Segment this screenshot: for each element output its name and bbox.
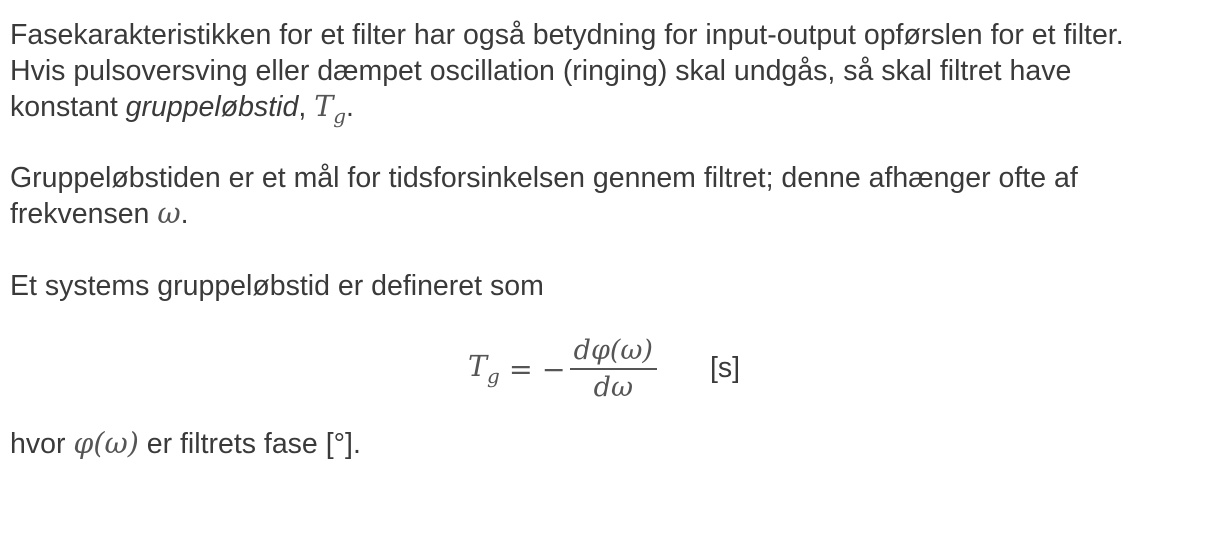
paragraph-2-line-2: frekvensen ω. — [10, 197, 189, 230]
paragraph-1-line-3: konstant gruppeløbstid, Tg. — [10, 90, 354, 128]
symbol-omega: ω — [157, 197, 181, 230]
line-end: . — [180, 198, 189, 230]
line-suffix: er filtrets fase [°]. — [138, 428, 361, 460]
symbol-phi-omega: φ(ω) — [73, 427, 139, 460]
line-prefix: hvor — [10, 428, 74, 460]
line-prefix: frekvensen — [10, 198, 158, 230]
paragraph-3-line-1: Et systems gruppeløbstid er defineret so… — [10, 270, 544, 302]
document-page: Fasekarakteristikken for et filter har o… — [0, 0, 1217, 538]
formula-fraction: dφ(ω) dω — [569, 334, 657, 403]
fraction-bar — [569, 368, 657, 370]
term-gruppelobstid: gruppeløbstid — [125, 91, 299, 123]
formula-lhs: Tg — [468, 350, 500, 388]
line-3-comma: , — [298, 91, 315, 123]
paragraph-1-line-2: Hvis pulsoversving eller dæmpet oscillat… — [10, 55, 1072, 87]
line-3-end: . — [345, 91, 354, 123]
formula-equals: = − — [499, 352, 566, 386]
line-3-prefix: konstant — [10, 91, 126, 123]
paragraph-2-line-1: Gruppeløbstiden er et mål for tidsforsin… — [10, 162, 1078, 194]
group-delay-formula: Tg = − dφ(ω) dω — [468, 334, 657, 404]
formula-denominator: dω — [593, 371, 633, 403]
formula-unit: [s] — [710, 352, 741, 384]
paragraph-1-line-1: Fasekarakteristikken for et filter har o… — [10, 19, 1124, 51]
paragraph-4-line-1: hvor φ(ω) er filtrets fase [°]. — [10, 427, 361, 460]
formula-numerator: dφ(ω) — [573, 334, 653, 366]
symbol-tg: Tg — [314, 90, 346, 128]
